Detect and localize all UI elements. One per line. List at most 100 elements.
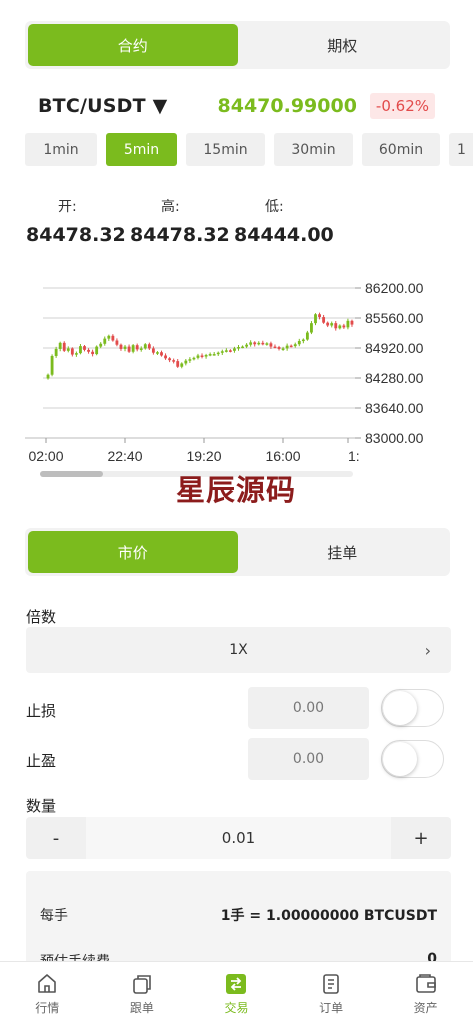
candle-body [265,343,269,345]
candle-body [257,342,261,345]
multiplier-value: 1X [229,642,248,658]
high-value: 84478.32 [130,224,230,246]
tab-limit[interactable]: 挂单 [238,531,448,573]
candle-body [147,344,151,349]
nav-orders[interactable]: 订单 [284,962,379,1024]
pair-header: BTC/USDT ▼ 84470.99000 -0.62% [38,90,435,122]
nav-assets[interactable]: 资产 [378,962,473,1024]
x-tick-label: 1: [348,448,360,464]
candle-body [91,351,95,355]
low-value: 84444.00 [234,224,334,246]
copy-icon [133,975,151,994]
candle-body [192,357,196,360]
per-lot-label: 每手 [40,908,68,924]
stop-loss-label: 止损 [26,702,57,720]
bottom-nav: 行情 跟单 交易 订单 资产 [0,961,473,1024]
nav-copy[interactable]: 跟单 [95,962,190,1024]
nav-orders-label: 订单 [319,1001,344,1015]
candle-body [338,325,342,329]
candle-body [314,314,317,324]
take-profit-input[interactable]: 0.00 [248,738,369,780]
interval-5min[interactable]: 5min [106,133,177,166]
last-price: 84470.99000 [217,95,357,117]
interval-15min[interactable]: 15min [186,133,265,166]
quantity-input[interactable]: 0.01 [86,817,391,859]
candle-body [269,343,273,347]
y-tick-label: 83640.00 [365,400,424,416]
candle-body [310,323,313,333]
candle-body [58,342,62,349]
quantity-plus-button[interactable]: + [391,817,451,859]
interval-30min[interactable]: 30min [274,133,353,166]
candle-body [297,340,301,345]
nav-trade[interactable]: 交易 [189,962,284,1024]
nav-assets-label: 资产 [413,1001,438,1015]
candle-body [204,355,208,357]
candle-body [184,360,188,364]
pair-selector[interactable]: BTC/USDT ▼ [38,95,167,117]
candle-body [228,350,232,352]
candlestick-chart[interactable]: 86200.00 85560.00 84920.00 84280.00 83640.00… [0,270,473,480]
candle-body [156,352,159,354]
candle-body [135,345,139,350]
y-tick-label: 85560.00 [365,310,424,326]
take-profit-label: 止盈 [26,752,57,770]
low-label: 低: [265,199,284,215]
tab-options[interactable]: 期权 [238,24,448,66]
candle-body [115,340,119,345]
candle-body [123,346,127,349]
candle-body [216,352,220,355]
candle-body [196,355,200,358]
candle-body [70,348,74,355]
interval-more[interactable]: 1 [449,133,473,166]
candle-body [99,343,103,347]
candle-body [293,344,297,347]
high-label: 高: [161,199,180,215]
stop-loss-input[interactable]: 0.00 [248,687,369,729]
multiplier-label: 倍数 [26,608,57,626]
candle-body [249,342,253,345]
interval-selector: 1min 5min 15min 30min 60min 1 [25,133,473,167]
toggle-knob [383,742,417,776]
candle-body [46,374,50,379]
candle-body [74,353,78,355]
chart-scroll-thumb [40,471,103,477]
nav-market-label: 行情 [35,1001,60,1015]
candle-body [346,320,350,328]
candle-body [180,363,184,367]
x-tick-label: 19:20 [186,448,221,464]
wallet-icon [415,974,436,993]
document-icon [323,974,339,994]
interval-60min[interactable]: 60min [362,133,440,166]
candle-body [160,352,163,356]
candle-body [172,360,176,362]
take-profit-toggle[interactable] [381,740,444,778]
candle-body [139,348,143,350]
candle-body [233,348,236,351]
candle-body [111,335,115,341]
home-icon [38,974,57,993]
candle-body [220,351,224,353]
candle-body [127,346,131,352]
candle-body [143,344,147,349]
candle-body [87,349,90,352]
stop-loss-toggle[interactable] [381,689,444,727]
candle-body [208,354,212,356]
candle-body [212,354,216,356]
quantity-stepper: - 0.01 + [26,817,451,859]
candle-body [289,345,293,348]
candle-body [330,323,334,326]
candle-body [342,325,346,328]
candle-body [131,345,135,352]
candle-body [54,348,58,356]
tab-contract[interactable]: 合约 [28,24,238,66]
tab-market[interactable]: 市价 [28,531,238,573]
candle-body [107,335,111,339]
nav-market[interactable]: 行情 [0,962,95,1024]
price-change-badge: -0.62% [369,93,435,119]
interval-1min[interactable]: 1min [25,133,97,166]
quantity-minus-button[interactable]: - [26,817,86,859]
candle-body [350,320,354,325]
candle-body [273,346,277,349]
multiplier-select[interactable]: 1X › [26,627,451,673]
